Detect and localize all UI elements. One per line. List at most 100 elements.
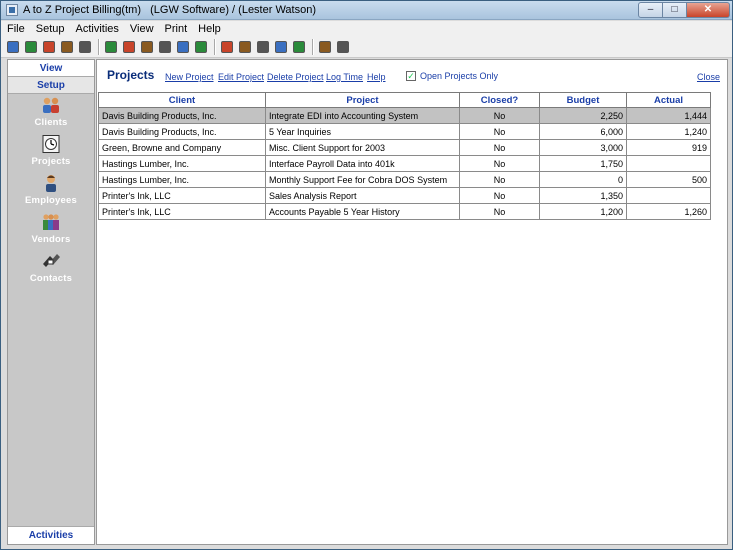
schedule-icon xyxy=(257,41,269,53)
cell-budget: 1,200 xyxy=(539,203,627,220)
invoice-toolbar-button[interactable] xyxy=(139,39,155,55)
panel-header: Projects New Project Edit Project Delete… xyxy=(97,60,727,90)
table-row[interactable]: Davis Building Products, Inc. 5 Year Inqu… xyxy=(98,123,711,140)
schedule-toolbar-button[interactable] xyxy=(255,39,271,55)
column-header-project[interactable]: Project xyxy=(265,92,460,108)
sidebar-view-header[interactable]: View xyxy=(8,60,94,77)
log-time-link[interactable]: Log Time xyxy=(326,72,363,82)
column-header-client[interactable]: Client xyxy=(98,92,266,108)
delete-project-link[interactable]: Delete Project xyxy=(267,72,324,82)
cell-budget: 1,750 xyxy=(539,155,627,172)
toolbar-separator xyxy=(98,39,100,55)
sidebar-item-employees[interactable]: Employees xyxy=(8,172,94,211)
clients-toolbar-button[interactable] xyxy=(5,39,21,55)
cell-actual xyxy=(626,155,711,172)
sidebar-item-vendors[interactable]: Vendors xyxy=(8,211,94,250)
cell-actual xyxy=(626,187,711,204)
report-icon xyxy=(159,41,171,53)
cell-client: Davis Building Products, Inc. xyxy=(98,123,266,140)
sidebar-item-label: Vendors xyxy=(31,234,71,245)
home-toolbar-button[interactable] xyxy=(219,39,235,55)
cell-client: Printer's Ink, LLC xyxy=(98,203,266,220)
cell-client: Davis Building Products, Inc. xyxy=(98,107,266,124)
column-header-budget[interactable]: Budget xyxy=(539,92,627,108)
cell-client: Hastings Lumber, Inc. xyxy=(98,155,266,172)
clients-icon xyxy=(7,41,19,53)
menu-setup[interactable]: Setup xyxy=(36,23,65,35)
table-row[interactable]: Printer's Ink, LLC Accounts Payable 5 Yea… xyxy=(98,203,711,220)
table-header-row: Client Project Closed? Budget Actual xyxy=(98,92,711,108)
table-row[interactable]: Davis Building Products, Inc. Integrate E… xyxy=(98,107,711,124)
sidebar-item-contacts[interactable]: Contacts xyxy=(8,250,94,289)
new-project-link[interactable]: New Project xyxy=(165,72,214,82)
edit-project-link[interactable]: Edit Project xyxy=(218,72,264,82)
grid-icon xyxy=(239,41,251,53)
toolbar xyxy=(1,37,732,58)
column-header-closed[interactable]: Closed? xyxy=(459,92,540,108)
menu-file[interactable]: File xyxy=(7,23,25,35)
window-title: A to Z Project Billing(tm) (LGW Software… xyxy=(23,4,316,16)
clients-icon xyxy=(43,97,59,113)
table-row[interactable]: Hastings Lumber, Inc. Monthly Support Fee… xyxy=(98,171,711,188)
page-title: Projects xyxy=(107,68,155,82)
list-icon xyxy=(195,41,207,53)
cell-closed: No xyxy=(459,139,540,156)
table-row[interactable]: Printer's Ink, LLC Sales Analysis Report N… xyxy=(98,187,711,204)
cell-closed: No xyxy=(459,123,540,140)
menu-activities[interactable]: Activities xyxy=(75,23,118,35)
grid-toolbar-button[interactable] xyxy=(237,39,253,55)
close-window-button[interactable]: ✕ xyxy=(687,2,730,18)
column-header-actual[interactable]: Actual xyxy=(626,92,711,108)
title-bar[interactable]: A to Z Project Billing(tm) (LGW Software… xyxy=(1,1,732,20)
table-row[interactable]: Hastings Lumber, Inc. Interface Payroll D… xyxy=(98,155,711,172)
menu-help[interactable]: Help xyxy=(198,23,221,35)
minimize-button[interactable]: – xyxy=(638,2,663,18)
ledger-toolbar-button[interactable] xyxy=(175,39,191,55)
sidebar-item-projects[interactable]: Projects xyxy=(8,133,94,172)
toolbar-separator xyxy=(214,39,216,55)
cell-actual: 1,444 xyxy=(626,107,711,124)
invoice-icon xyxy=(141,41,153,53)
preview-toolbar-button[interactable] xyxy=(273,39,289,55)
preview-icon xyxy=(275,41,287,53)
cell-closed: No xyxy=(459,187,540,204)
table-row[interactable]: Green, Browne and Company Misc. Client Su… xyxy=(98,139,711,156)
cell-client: Green, Browne and Company xyxy=(98,139,266,156)
app-icon[interactable] xyxy=(6,4,18,16)
window-controls: – □ ✕ xyxy=(638,2,730,18)
help-toolbar-button[interactable] xyxy=(317,39,333,55)
sidebar-item-label: Contacts xyxy=(29,273,73,284)
employees-toolbar-button[interactable] xyxy=(41,39,57,55)
open-projects-checkbox[interactable]: ✓ xyxy=(406,71,416,81)
cell-project: Interface Payroll Data into 401k xyxy=(265,155,460,172)
timer-toolbar-button[interactable] xyxy=(103,39,119,55)
cell-client: Printer's Ink, LLC xyxy=(98,187,266,204)
cell-budget: 1,350 xyxy=(539,187,627,204)
vendors-toolbar-button[interactable] xyxy=(59,39,75,55)
list-toolbar-button[interactable] xyxy=(193,39,209,55)
close-panel-link[interactable]: Close xyxy=(697,72,720,82)
menu-view[interactable]: View xyxy=(130,23,154,35)
sidebar-activities-footer[interactable]: Activities xyxy=(8,526,94,544)
window-toolbar-button[interactable] xyxy=(291,39,307,55)
help-link[interactable]: Help xyxy=(367,72,386,82)
projects-toolbar-button[interactable] xyxy=(23,39,39,55)
sidebar-item-label: Clients xyxy=(34,117,68,128)
vendors-icon xyxy=(43,214,59,230)
contacts-toolbar-button[interactable] xyxy=(77,39,93,55)
contacts-icon xyxy=(79,41,91,53)
cell-actual: 1,240 xyxy=(626,123,711,140)
exit-toolbar-button[interactable] xyxy=(335,39,351,55)
calendar-toolbar-button[interactable] xyxy=(121,39,137,55)
open-projects-filter[interactable]: ✓ Open Projects Only xyxy=(406,71,498,81)
sidebar-item-clients[interactable]: Clients xyxy=(8,94,94,133)
menu-print[interactable]: Print xyxy=(165,23,188,35)
cell-project: Monthly Support Fee for Cobra DOS System xyxy=(265,171,460,188)
employee-icon xyxy=(46,175,56,192)
vendors-icon xyxy=(61,41,73,53)
projects-panel: Projects New Project Edit Project Delete… xyxy=(96,59,728,545)
sidebar-setup-header[interactable]: Setup xyxy=(8,77,94,94)
report-toolbar-button[interactable] xyxy=(157,39,173,55)
cell-project: Integrate EDI into Accounting System xyxy=(265,107,460,124)
maximize-button[interactable]: □ xyxy=(663,2,687,18)
